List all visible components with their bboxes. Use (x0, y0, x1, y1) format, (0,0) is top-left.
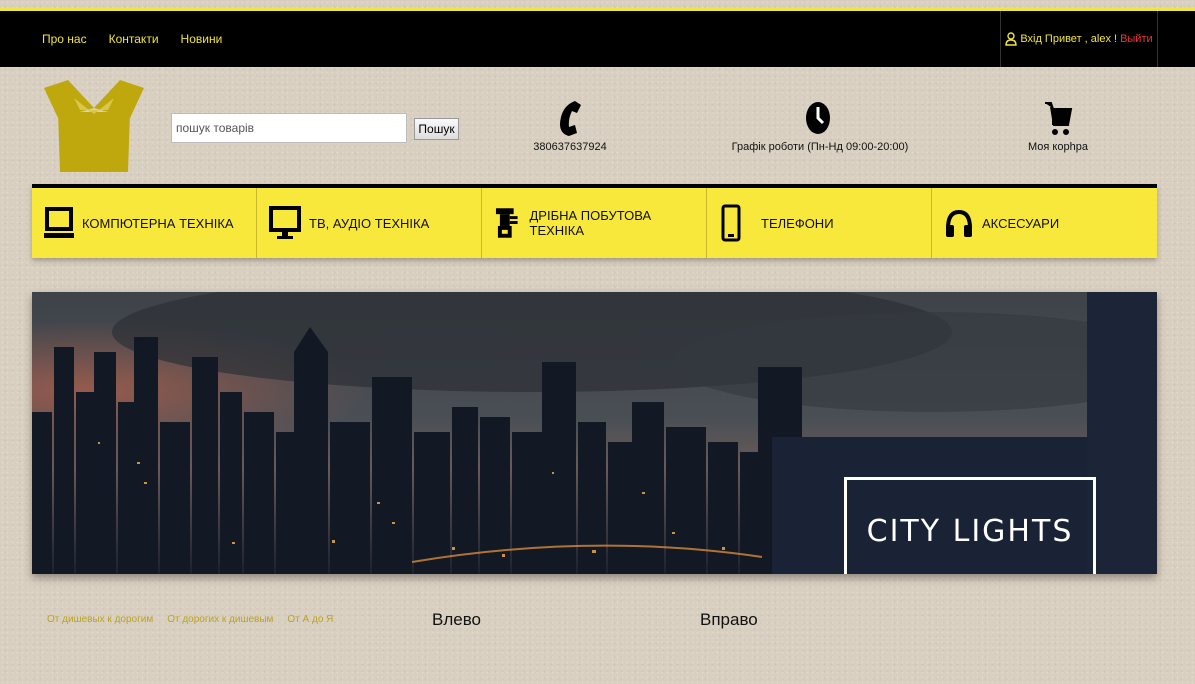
category-label: ТВ, АУДІО ТЕХНІКА (309, 215, 430, 231)
top-nav: Про нас Контакти Новини (42, 11, 222, 67)
banner-title: CITY LIGHTS (844, 477, 1096, 574)
phone-icon (721, 204, 741, 242)
category-label: ДРІБНА ПОБУТОВА ТЕХНІКА (529, 208, 652, 238)
greeting-text: Привет , alex ! (1044, 33, 1118, 45)
phone-number: 380637637924 (533, 141, 607, 153)
category-phones[interactable]: ТЕЛЕФОНИ (707, 188, 932, 258)
cart-label[interactable]: Моя корhpa (1028, 141, 1088, 153)
nav-link-about[interactable]: Про нас (42, 32, 87, 46)
headphones-icon (946, 209, 972, 237)
top-bar: Про нас Контакти Новини Вхід Привет , al… (0, 11, 1195, 67)
banner-slider[interactable]: CITY LIGHTS (32, 292, 1157, 574)
appliance-icon (495, 208, 518, 238)
cart-icon[interactable] (1043, 99, 1073, 137)
search-input[interactable] (171, 113, 407, 143)
nav-link-contacts[interactable]: Контакти (109, 32, 159, 46)
phone-handset-icon (560, 101, 581, 136)
account-box: Вхід Привет , alex ! Выйти (1000, 11, 1158, 67)
slide-left-button[interactable]: Влево (432, 610, 481, 630)
box-logo-icon[interactable] (44, 80, 144, 172)
category-bar: КОМПЮТЕРНА ТЕХНІКА ТВ, АУДІО ТЕХНІКА ДРІ… (32, 184, 1157, 258)
monitor-icon (269, 206, 301, 239)
nav-link-news[interactable]: Новини (181, 32, 223, 46)
search-button[interactable]: Пошук (414, 118, 459, 140)
schedule-info: Графік роботи (Пн-Нд 09:00-20:00) (720, 99, 920, 153)
sort-expensive-to-cheap[interactable]: От дорогих к дишевым (167, 614, 273, 625)
sort-options: От дишевых к дорогим От дорогих к дишевы… (47, 614, 333, 625)
category-label: АКСЕСУАРИ (982, 215, 1060, 231)
logout-link[interactable]: Выйти (1120, 33, 1153, 45)
clock-icon (806, 102, 830, 134)
category-label: КОМПЮТЕРНА ТЕХНІКА (82, 215, 234, 231)
category-accessories[interactable]: АКСЕСУАРИ (932, 188, 1157, 258)
phone-info: 380637637924 (520, 99, 620, 153)
category-label: ТЕЛЕФОНИ (761, 215, 834, 231)
login-link[interactable]: Вхід (1020, 33, 1042, 45)
category-small-appliances[interactable]: ДРІБНА ПОБУТОВА ТЕХНІКА (482, 188, 707, 258)
user-icon (1005, 32, 1018, 46)
category-computers[interactable]: КОМПЮТЕРНА ТЕХНІКА (32, 188, 257, 258)
category-tv-audio[interactable]: ТВ, АУДІО ТЕХНІКА (257, 188, 482, 258)
slide-right-button[interactable]: Вправо (700, 610, 758, 630)
sort-alphabetical[interactable]: От А до Я (287, 614, 333, 625)
laptop-icon (44, 207, 74, 238)
schedule-text: Графік роботи (Пн-Нд 09:00-20:00) (731, 141, 909, 153)
sort-cheap-to-expensive[interactable]: От дишевых к дорогим (47, 614, 153, 625)
cart-info[interactable]: Моя корhpa (1013, 99, 1103, 153)
